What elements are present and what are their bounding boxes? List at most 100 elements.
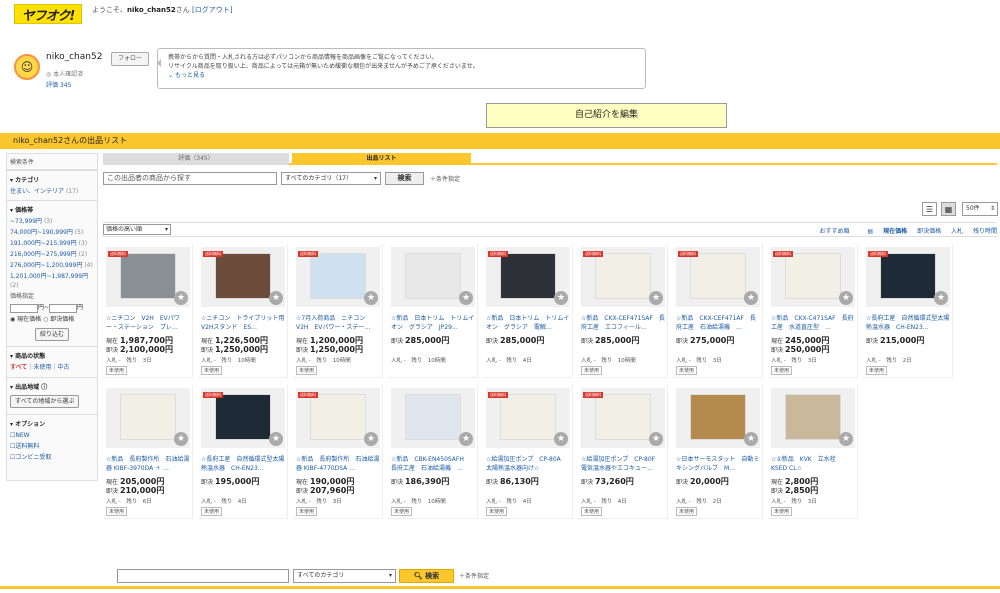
item-card[interactable]: 送料無料 ★ ☆ニチコン トライブリット用 V2Hスタンド ES… 現在 1,226,… [198,244,288,378]
bottom-condition-link[interactable]: ＋条件指定 [459,571,489,580]
item-card[interactable]: 送料無料 ★ ☆7月入荷商品 ニチコン V2H EVパワー・ステー… 現在 1,200… [293,244,383,378]
star-icon[interactable]: ★ [174,432,188,446]
tab-rating[interactable]: 評価（345） [103,153,289,165]
item-title[interactable]: ☆給湯加圧ポンプ CP-80A 太陽熱温水器向け☆ [486,455,570,473]
condition-all[interactable]: すべて [10,364,27,371]
sort-bids[interactable]: 入札 [951,228,963,235]
profile-rating[interactable]: 評価 345 [46,80,71,89]
condition-link[interactable]: ＋条件指定 [430,174,460,183]
item-card[interactable]: 送料無料 ★ ☆ニチコン V2H EVパワー・ステーション プレ… 現在 1,987,… [103,244,193,378]
item-card[interactable]: 送料無料 ★ ☆長府工産 自然循環式型太陽熱温水器 CH-EN23… 即決 215,0… [863,244,953,378]
help-icon[interactable]: ⓘ [41,384,47,391]
item-card[interactable]: 送料無料 ★ ☆給湯加圧ポンプ CP-80A 太陽熱温水器向け☆ 即決 86,130円… [483,385,573,519]
star-icon[interactable]: ★ [269,432,283,446]
item-card[interactable]: 送料無料 ★ ☆長府工産 自然循環式型太陽熱温水器 CH-EN23… 即決 195,0… [198,385,288,519]
narrow-button[interactable]: 絞り込む [35,327,70,341]
item-card[interactable]: ★ ☆日本サーモスタット 自動ミキシングバルブ M… 即決 20,000円 入札 - … [673,385,763,519]
item-image[interactable]: 送料無料 ★ [296,247,380,307]
star-icon[interactable]: ★ [649,432,663,446]
item-title[interactable]: ☆新品 長府製作所 石油給湯器 KIBF-3970DA ＋ … [106,455,190,473]
price-range-item[interactable]: 1,201,000円~1,987,999円 (2) [7,271,97,291]
per-page-select[interactable]: 50件 ⇕ [962,202,998,216]
price-range-item[interactable]: 191,000円~215,999円 (3) [7,238,97,249]
item-image[interactable]: ★ [106,388,190,448]
option-convenience-store[interactable]: ☐コンビニ受取 [7,452,97,463]
item-title[interactable]: ☆新品 CKX-CEF471SAF 長府工産 エコフィール… [581,314,665,332]
item-image[interactable]: ★ [391,247,475,307]
sort-current-price[interactable]: ▤ 現在価格 [859,228,907,235]
item-title[interactable]: ☆新品 日本トリム トリムイオン グラシア 電解… [486,314,570,332]
item-card[interactable]: 送料無料 ★ ☆新品 CKX-CEF471AF 長府工産 石油給湯機 … 即決 275… [673,244,763,378]
bottom-search-input[interactable] [117,569,289,583]
bottom-category-select[interactable]: すべてのカテゴリ ▾ [293,569,396,583]
star-icon[interactable]: ★ [459,432,473,446]
star-icon[interactable]: ★ [649,291,663,305]
item-card[interactable]: 送料無料 ★ ☆給湯加圧ポンプ CP-80F 電気温水器やエコキュー… 即決 73,2… [578,385,668,519]
sort-recommended[interactable]: おすすめ順 [819,228,849,235]
item-image[interactable]: ★ [676,388,760,448]
star-icon[interactable]: ★ [744,291,758,305]
sort-select[interactable]: 価格の高い順 ▾ [103,224,171,235]
item-image[interactable]: 送料無料 ★ [866,247,950,307]
item-image[interactable]: ★ [391,388,475,448]
item-title[interactable]: ☆新品 CBK-EN450SAFH 長府工産 石油給湯機 … [391,455,475,473]
item-title[interactable]: ☆給湯加圧ポンプ CP-80F 電気温水器やエコキュー… [581,455,665,473]
item-card[interactable]: ★ ☆新品 CBK-EN450SAFH 長府工産 石油給湯機 … 即決 186,39… [388,385,478,519]
item-title[interactable]: ☆新品 日本トリム トリムイオン グラシア JP29… [391,314,475,332]
star-icon[interactable]: ★ [554,432,568,446]
logout-link[interactable]: [ログアウト] [192,6,232,14]
item-title[interactable]: ☆日本サーモスタット 自動ミキシングバルブ M… [676,455,760,473]
price-min-input[interactable] [10,303,38,313]
item-image[interactable]: 送料無料 ★ [581,388,665,448]
item-card[interactable]: 送料無料 ★ ☆新品 長府製作所 石油給湯器 KIBF-4770DSA … 現在 19… [293,385,383,519]
item-title[interactable]: ☆新品 CKX-CEF471AF 長府工産 石油給湯機 … [676,314,760,332]
option-free-shipping[interactable]: ☐送料無料 [7,441,97,452]
category-item[interactable]: 住まい、インテリア (17) [7,186,97,197]
item-image[interactable]: 送料無料 ★ [106,247,190,307]
category-select[interactable]: すべてのカテゴリ（17） ▾ [281,172,381,185]
item-title[interactable]: ☆長府工産 自然循環式型太陽熱温水器 CH-EN23… [866,314,950,332]
edit-intro-button[interactable]: 自己紹介を編集 [486,103,727,128]
item-card[interactable]: 送料無料 ★ ☆新品 日本トリム トリムイオン グラシア 電解… 即決 285,000… [483,244,573,378]
star-icon[interactable]: ★ [364,291,378,305]
item-image[interactable]: 送料無料 ★ [486,388,570,448]
follow-button[interactable]: フォロー [111,52,149,66]
show-more-link[interactable]: ⌄ もっと見る [168,71,637,80]
price-range-item[interactable]: 276,000円~1,200,999円 (4) [7,260,97,271]
star-icon[interactable]: ★ [459,291,473,305]
star-icon[interactable]: ★ [364,432,378,446]
grid-view-icon[interactable]: ▦ [941,202,956,216]
seller-search-input[interactable]: この出品者の商品から探す [103,172,277,185]
tab-listings[interactable]: 出品リスト [292,153,471,165]
price-max-input[interactable] [49,303,78,313]
item-title[interactable]: ☆新品 CKX-C471SAF 長府工産 水道直圧型 … [771,314,855,332]
item-title[interactable]: ☆ニチコン トライブリット用 V2Hスタンド ES… [201,314,285,332]
item-card[interactable]: 送料無料 ★ ☆新品 CKX-CEF471SAF 長府工産 エコフィール… 即決 28… [578,244,668,378]
star-icon[interactable]: ★ [744,432,758,446]
item-card[interactable]: 送料無料 ★ ☆新品 CKX-C471SAF 長府工産 水道直圧型 … 現在 245,… [768,244,858,378]
star-icon[interactable]: ★ [269,291,283,305]
sort-buyout-price[interactable]: 即決価格 [917,228,941,235]
item-image[interactable]: 送料無料 ★ [581,247,665,307]
star-icon[interactable]: ★ [174,291,188,305]
bottom-search-button[interactable]: 🔍︎ 検索 [399,569,454,583]
star-icon[interactable]: ★ [839,432,853,446]
sort-remaining-time[interactable]: 残り時間 [973,228,997,235]
item-image[interactable]: 送料無料 ★ [201,388,285,448]
price-range-item[interactable]: 216,000円~275,999円 (2) [7,249,97,260]
item-card[interactable]: ★ ☆新品 日本トリム トリムイオン グラシア JP29… 即決 285,000円入… [388,244,478,378]
item-title[interactable]: ☆①新品 KVK 立水栓 KSED CL☆ [771,455,855,473]
price-range-item[interactable]: 74,000円~190,999円 (5) [7,227,97,238]
star-icon[interactable]: ★ [554,291,568,305]
avatar[interactable]: ☺ [14,54,40,80]
item-image[interactable]: 送料無料 ★ [486,247,570,307]
condition-unused[interactable]: 未使用 [33,364,51,371]
search-button[interactable]: 検索 [385,172,424,185]
list-view-icon[interactable]: ☰ [922,202,937,216]
item-image[interactable]: 送料無料 ★ [201,247,285,307]
item-image[interactable]: 送料無料 ★ [676,247,760,307]
price-range-item[interactable]: ~73,999円 (3) [7,216,97,227]
star-icon[interactable]: ★ [934,291,948,305]
item-title[interactable]: ☆7月入荷商品 ニチコン V2H EVパワー・ステー… [296,314,380,332]
item-card[interactable]: ★ ☆新品 長府製作所 石油給湯器 KIBF-3970DA ＋ … 現在 205,0… [103,385,193,519]
